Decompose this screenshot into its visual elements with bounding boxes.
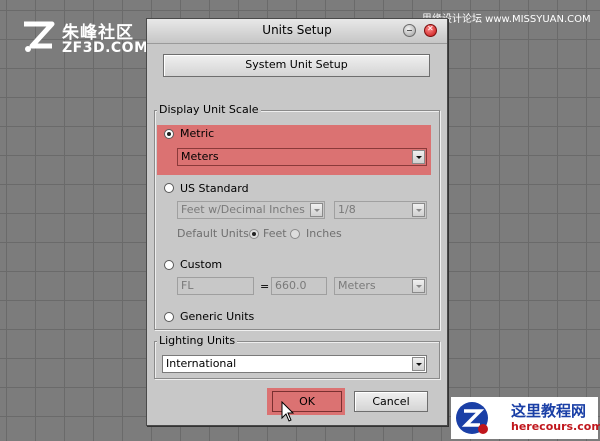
zf3d-logo-icon [24, 21, 55, 52]
chevron-down-icon [412, 150, 425, 164]
custom-label: Custom [180, 258, 223, 271]
display-unit-scale-legend: Display Unit Scale [157, 103, 261, 116]
minimize-icon[interactable] [403, 24, 416, 37]
feet-label: Feet [263, 227, 287, 240]
close-icon[interactable] [424, 24, 437, 37]
lighting-units-legend: Lighting Units [157, 334, 238, 347]
mouse-cursor-icon [281, 401, 295, 422]
chevron-down-icon [412, 279, 425, 293]
default-units-label: Default Units: [177, 227, 253, 240]
us-format-value: Feet w/Decimal Inches [181, 203, 305, 216]
us-fraction-value: 1/8 [338, 203, 356, 216]
units-setup-dialog: Units Setup System Unit Setup Display Un… [146, 18, 448, 426]
us-standard-label: US Standard [180, 182, 249, 195]
chevron-down-icon [412, 203, 425, 217]
us-standard-radio[interactable] [164, 183, 174, 193]
watermark-cn-bottom: 这里教程网 [511, 402, 587, 420]
cancel-button[interactable]: Cancel [354, 391, 428, 412]
custom-unit-value: Meters [338, 279, 376, 292]
system-unit-setup-button[interactable]: System Unit Setup [163, 54, 430, 77]
custom-unit-dropdown[interactable]: Meters [334, 277, 427, 295]
chevron-down-icon [412, 357, 425, 371]
inches-radio[interactable] [290, 229, 300, 239]
watermark-en-bottom: herecours.com [511, 420, 600, 433]
title-bar[interactable]: Units Setup [147, 19, 447, 44]
metric-label: Metric [180, 127, 215, 140]
zf3d-watermark: 朱峰社区 ZF3D.COM [18, 14, 148, 64]
dialog-title: Units Setup [262, 23, 332, 37]
us-fraction-dropdown[interactable]: 1/8 [334, 201, 427, 219]
us-format-dropdown[interactable]: Feet w/Decimal Inches [177, 201, 325, 219]
custom-amount-field[interactable]: 660.0 [271, 277, 327, 295]
custom-radio[interactable] [164, 260, 174, 270]
generic-units-label: Generic Units [180, 310, 255, 323]
lighting-units-dropdown[interactable]: International [162, 355, 427, 373]
generic-units-radio[interactable] [164, 312, 174, 322]
metric-units-dropdown[interactable]: Meters [177, 148, 427, 166]
custom-name-field[interactable]: FL [177, 277, 254, 295]
inches-label: Inches [306, 227, 342, 240]
feet-radio[interactable] [249, 229, 259, 239]
custom-equals: = [260, 280, 270, 293]
chevron-down-icon [310, 203, 323, 217]
herecours-logo-icon [456, 402, 488, 434]
metric-units-value: Meters [181, 150, 219, 163]
metric-radio[interactable] [164, 129, 174, 139]
lighting-units-value: International [166, 357, 237, 370]
watermark-en: ZF3D.COM [62, 40, 149, 56]
herecours-watermark: 这里教程网 herecours.com [451, 397, 600, 439]
